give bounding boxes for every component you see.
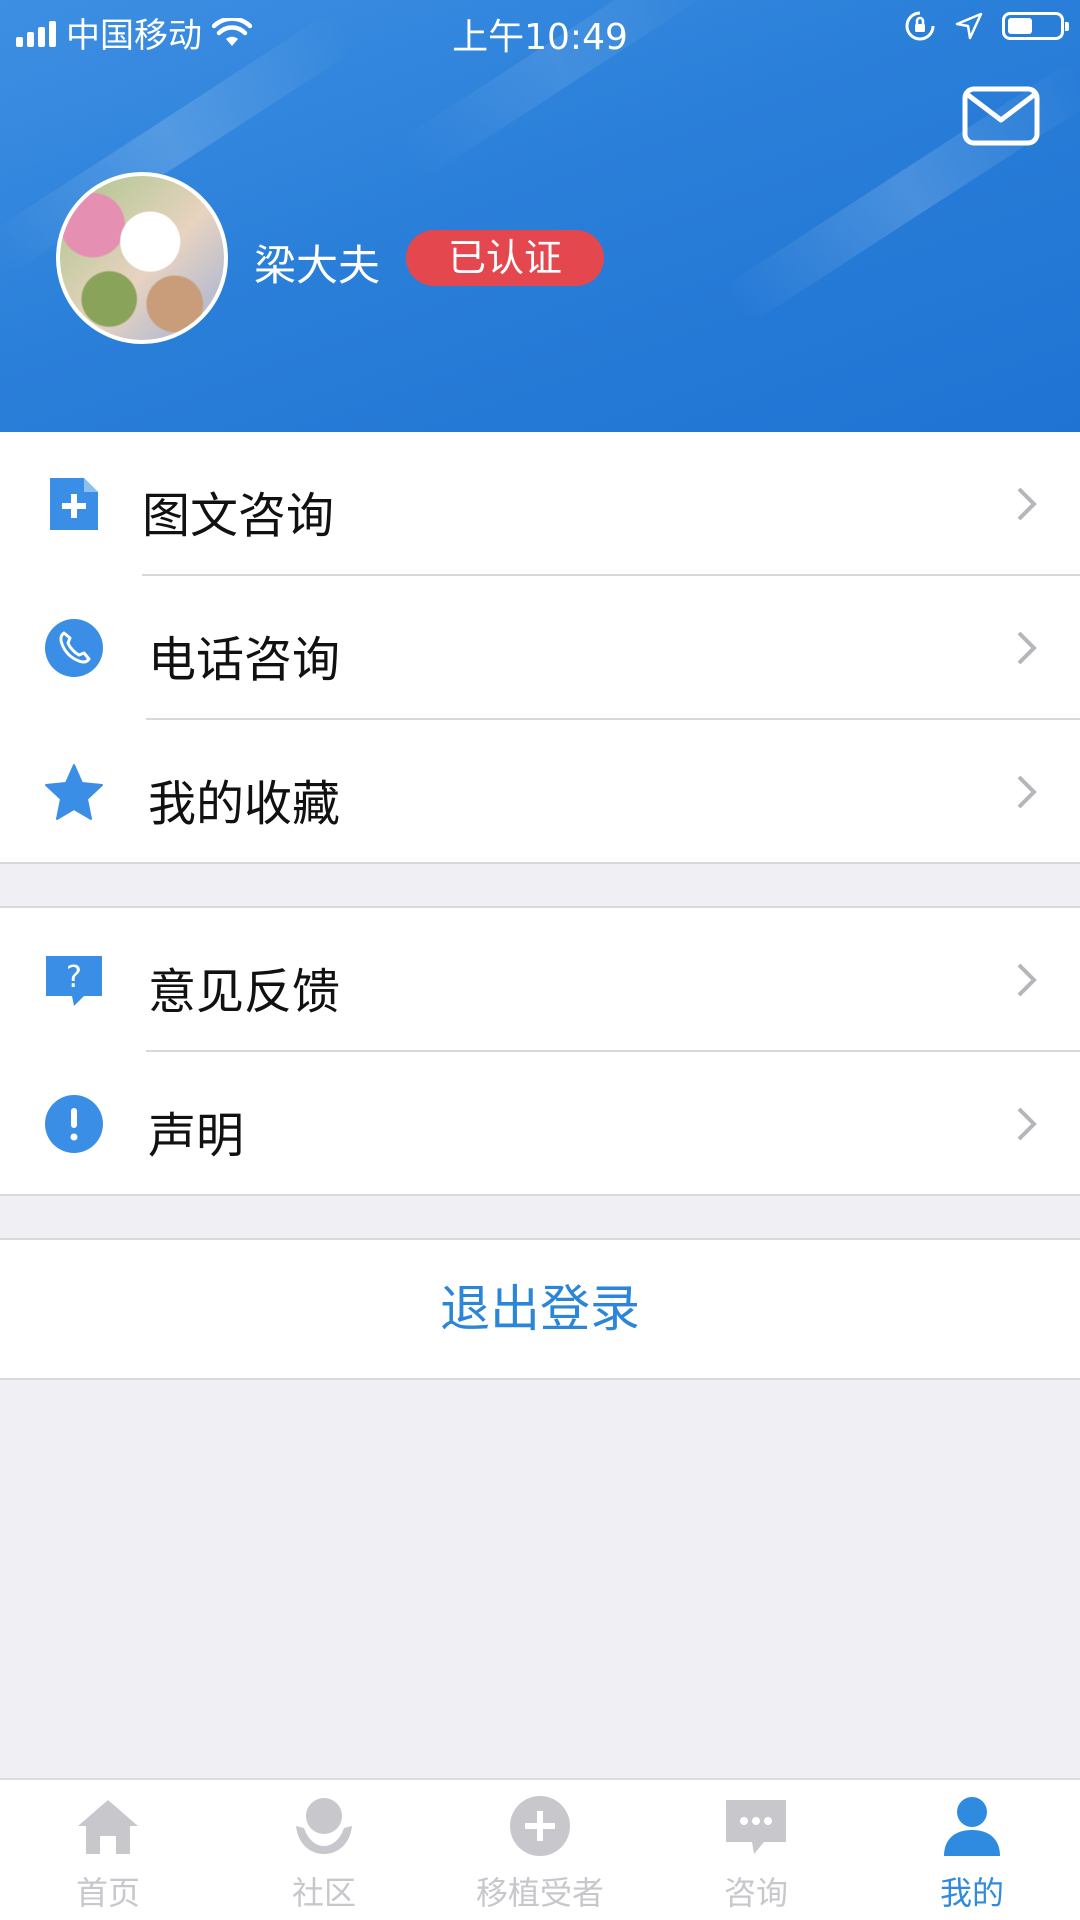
menu-item-label: 意见反馈 xyxy=(148,964,341,1020)
profile-header: 中国移动 上午10:49 梁大夫 已认证 xyxy=(0,0,1080,432)
battery-icon xyxy=(1002,12,1069,40)
menu-item-favorites[interactable]: 我的收藏 xyxy=(0,720,1080,864)
status-bar: 中国移动 上午10:49 xyxy=(0,0,1080,60)
image-text-doc-icon xyxy=(50,478,98,530)
chevron-right-icon xyxy=(1017,963,1037,997)
mail-icon[interactable] xyxy=(962,86,1040,146)
tab-label: 社区 xyxy=(291,1874,356,1912)
chevron-right-icon xyxy=(1017,487,1037,521)
tab-label: 咨询 xyxy=(723,1874,788,1912)
menu-item-phone-consult[interactable]: 电话咨询 xyxy=(0,576,1080,720)
chevron-right-icon xyxy=(1017,775,1037,809)
menu-item-feedback[interactable]: ? 意见反馈 xyxy=(0,908,1080,1052)
menu-group-services: 图文咨询 电话咨询 我的收藏 xyxy=(0,432,1080,864)
tab-label: 移植受者 xyxy=(475,1874,604,1912)
menu-item-label: 我的收藏 xyxy=(148,776,341,832)
rotation-lock-icon xyxy=(905,11,935,41)
tab-label: 首页 xyxy=(75,1874,140,1912)
svg-text:?: ? xyxy=(66,960,82,995)
chat-bubble-icon xyxy=(726,1800,786,1854)
home-icon xyxy=(78,1800,138,1854)
location-arrow-icon xyxy=(955,12,983,40)
tab-bar: 首页 社区 移植受者 咨询 我的 xyxy=(0,1778,1080,1920)
person-icon xyxy=(944,1797,1000,1856)
tab-label: 我的 xyxy=(939,1874,1004,1912)
tab-consult[interactable]: 咨询 xyxy=(648,1780,864,1920)
tab-mine[interactable]: 我的 xyxy=(864,1780,1080,1920)
logout-label: 退出登录 xyxy=(440,1280,640,1338)
star-icon xyxy=(45,764,103,820)
tab-transplant-recipients[interactable]: 移植受者 xyxy=(432,1780,648,1920)
chevron-right-icon xyxy=(1017,1107,1037,1141)
menu-item-image-text-consult[interactable]: 图文咨询 xyxy=(0,432,1080,576)
menu-item-label: 图文咨询 xyxy=(142,488,335,544)
avatar[interactable] xyxy=(56,172,228,344)
logout-button[interactable]: 退出登录 xyxy=(0,1238,1080,1380)
community-icon xyxy=(296,1798,352,1854)
menu-item-label: 声明 xyxy=(148,1108,245,1164)
plus-circle-icon xyxy=(510,1796,570,1856)
tab-home[interactable]: 首页 xyxy=(0,1780,216,1920)
menu-item-statement[interactable]: 声明 xyxy=(0,1052,1080,1196)
user-name: 梁大夫 xyxy=(254,241,381,290)
question-bubble-icon: ? xyxy=(46,956,102,1006)
menu-group-other: ? 意见反馈 声明 xyxy=(0,908,1080,1196)
verified-badge: 已认证 xyxy=(406,230,604,286)
phone-icon xyxy=(45,619,103,677)
menu-item-label: 电话咨询 xyxy=(148,632,341,688)
exclamation-icon xyxy=(45,1095,103,1153)
chevron-right-icon xyxy=(1017,631,1037,665)
tab-community[interactable]: 社区 xyxy=(216,1780,432,1920)
